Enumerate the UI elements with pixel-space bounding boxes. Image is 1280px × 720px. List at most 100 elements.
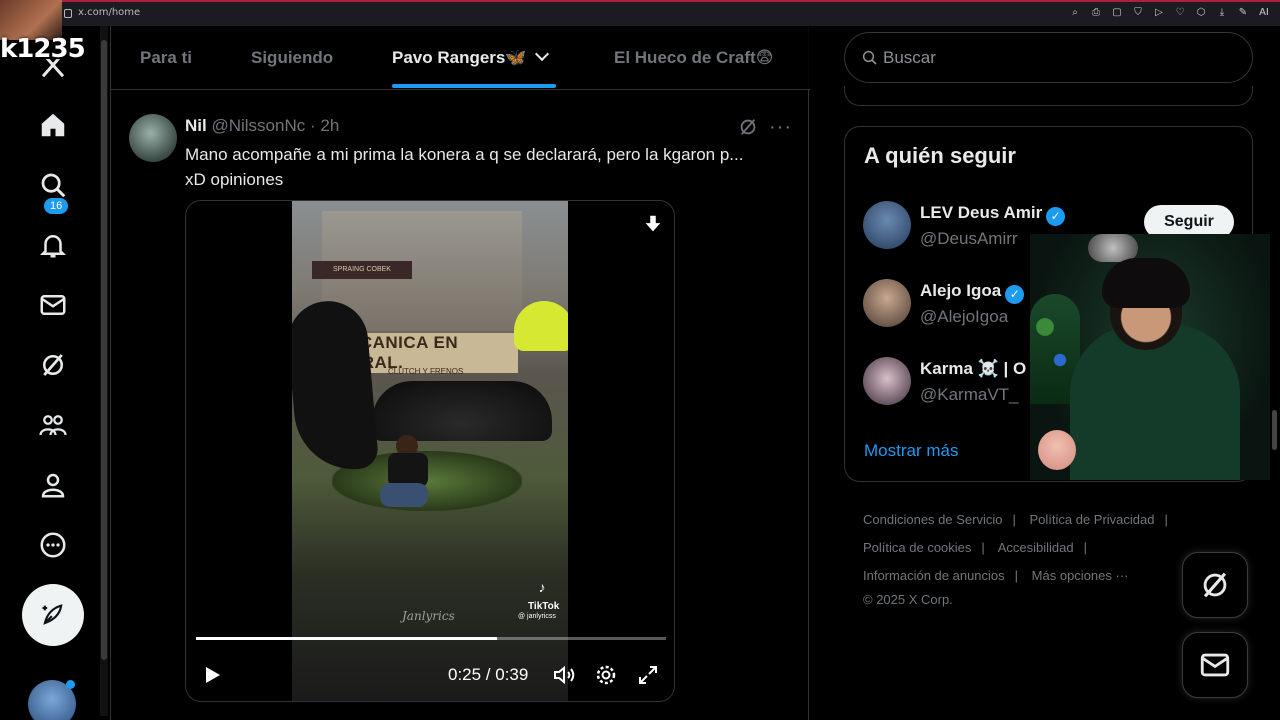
envelope-icon xyxy=(1200,653,1230,677)
ai-icon[interactable]: AI xyxy=(1258,7,1270,18)
tiktok-label: TikTok xyxy=(528,601,560,612)
tab-pavo-rangers[interactable]: Pavo Rangers🦋 xyxy=(392,46,549,68)
follow-user-handle[interactable]: @KarmaVT_ xyxy=(920,385,1019,405)
tweet-text: Mano acompañe a mi prima la konera a q s… xyxy=(185,142,785,192)
follow-user-handle[interactable]: @AlejoIgoa xyxy=(920,307,1008,327)
feather-icon xyxy=(42,604,63,625)
extension-icons: ⌕ ⎙ ▢ ⛉ ▷ ♡ ⬡ ⤓ ✎ AI xyxy=(1069,7,1270,18)
grok-explain-icon[interactable] xyxy=(737,116,759,143)
tweet-author-name[interactable]: Nil xyxy=(185,116,207,135)
avatar[interactable] xyxy=(863,279,911,327)
follow-user-name-text: LEV Deus Amir xyxy=(920,203,1043,222)
lock-icon xyxy=(64,9,72,18)
browser-toolbar: x.com/home ⌕ ⎙ ▢ ⛉ ▷ ♡ ⬡ ⤓ ✎ AI xyxy=(0,0,1280,26)
webcam-sticker xyxy=(1038,430,1076,470)
footer-link-terms[interactable]: Condiciones de Servicio xyxy=(863,512,1002,527)
notifications-icon[interactable] xyxy=(36,228,70,262)
search-input[interactable] xyxy=(883,45,1223,71)
tab-pavo-rangers-label: Pavo Rangers🦋 xyxy=(392,48,527,67)
video-frame[interactable]: SPRAING COBEK ECANICA EN GRAL. CLUTCH Y … xyxy=(292,201,568,701)
video-time: 0:25 / 0:39 xyxy=(448,665,529,684)
home-icon[interactable] xyxy=(36,108,70,142)
video-shop-subtitle: CLUTCH Y FRENOS xyxy=(388,367,464,376)
compose-button[interactable] xyxy=(22,584,84,646)
address-bar[interactable]: x.com/home xyxy=(64,7,140,18)
search-icon[interactable] xyxy=(36,168,70,202)
grok-icon[interactable] xyxy=(36,348,70,382)
chevron-down-icon[interactable] xyxy=(534,46,549,62)
footer-copyright: © 2025 X Corp. xyxy=(863,592,953,607)
footer-link-privacy[interactable]: Política de Privacidad xyxy=(1029,512,1154,527)
follow-user-name-text: Alejo Igoa xyxy=(920,281,1002,300)
page-scrollbar-thumb[interactable] xyxy=(1272,410,1277,450)
settings-gear-icon[interactable] xyxy=(594,663,618,692)
video-person xyxy=(376,435,432,515)
profile-icon[interactable] xyxy=(36,468,70,502)
timeline-tabs: Para ti Siguiendo Pavo Rangers🦋 El Hueco… xyxy=(111,26,810,90)
communities-icon[interactable] xyxy=(36,408,70,442)
tab-el-hueco-de-craft[interactable]: El Hueco de Craft😨 xyxy=(614,48,773,68)
search-box[interactable] xyxy=(844,32,1253,83)
floating-grok-button[interactable] xyxy=(1182,552,1248,618)
tweet-text-line-1: Mano acompañe a mi prima la konera a q s… xyxy=(185,145,744,164)
footer-link-accessibility[interactable]: Accesibilidad xyxy=(998,540,1074,555)
previous-card-edge xyxy=(844,86,1253,106)
screenshot-icon[interactable]: ▢ xyxy=(1111,7,1123,18)
heart-icon[interactable]: ♡ xyxy=(1174,7,1186,18)
messages-icon[interactable] xyxy=(36,288,70,322)
shield-icon[interactable]: ⛉ xyxy=(1132,7,1144,18)
verified-badge-icon: ✓ xyxy=(1005,285,1025,304)
avatar[interactable] xyxy=(863,357,911,405)
tab-para-ti[interactable]: Para ti xyxy=(140,48,192,68)
tweet-more-icon[interactable]: ··· xyxy=(769,116,792,139)
puzzle-icon[interactable]: ⬡ xyxy=(1195,7,1207,18)
who-to-follow-title: A quién seguir xyxy=(864,143,1016,168)
tab-siguiendo[interactable]: Siguiendo xyxy=(251,48,333,68)
verified-badge-icon: ✓ xyxy=(1046,207,1066,226)
footer-link-cookies[interactable]: Política de cookies xyxy=(863,540,971,555)
pen-icon[interactable]: ✎ xyxy=(1237,7,1249,18)
footer-link-more-options[interactable]: Más opciones ··· xyxy=(1032,568,1129,583)
account-status-dot xyxy=(66,680,75,689)
streamer-webcam xyxy=(1030,234,1280,480)
follow-user-name[interactable]: Alejo Igoa ✓ xyxy=(920,281,1025,304)
volume-icon[interactable] xyxy=(552,663,576,692)
video-car xyxy=(372,381,552,441)
floating-messages-button[interactable] xyxy=(1182,632,1248,698)
notification-badge: 16 xyxy=(44,198,69,214)
tweet-time[interactable]: · 2h xyxy=(310,116,339,135)
tweet-author-handle[interactable]: @NilssonNc xyxy=(211,116,305,135)
tweet-author-avatar[interactable] xyxy=(129,114,177,162)
tweet-video[interactable]: SPRAING COBEK ECANICA EN GRAL. CLUTCH Y … xyxy=(185,200,675,702)
tweet-text-line-2: xD opiniones xyxy=(185,170,284,189)
avatar[interactable] xyxy=(863,201,911,249)
fullscreen-icon[interactable] xyxy=(636,663,660,692)
footer-link-ads-info[interactable]: Información de anuncios xyxy=(863,568,1005,583)
video-watermark: Janlyrics xyxy=(402,609,455,623)
follow-user-name[interactable]: LEV Deus Amir ✓ xyxy=(920,203,1066,226)
tiktok-username: @ janlyricss xyxy=(518,613,556,620)
more-icon[interactable] xyxy=(36,528,70,562)
streamer-name: k1235 xyxy=(0,34,86,64)
url-text[interactable]: x.com/home xyxy=(78,7,140,18)
video-progress-fill[interactable] xyxy=(196,637,497,640)
left-scrollbar-thumb[interactable] xyxy=(101,40,107,660)
follow-user-handle[interactable]: @DeusAmirr xyxy=(920,229,1018,249)
grok-icon xyxy=(1203,572,1227,598)
follow-user-name[interactable]: Karma ☠️ | O xyxy=(920,359,1026,379)
bookmark-icon[interactable]: ⎙ xyxy=(1090,7,1102,18)
zoom-icon[interactable]: ⌕ xyxy=(1069,7,1081,18)
play-icon[interactable] xyxy=(200,663,224,692)
webcam-person-hair xyxy=(1102,258,1190,308)
search-icon xyxy=(861,49,879,72)
download-icon[interactable]: ⤓ xyxy=(1216,7,1228,18)
video-awning-sign: SPRAING COBEK xyxy=(312,261,412,279)
download-arrow-icon[interactable] xyxy=(642,213,664,240)
show-more-link[interactable]: Mostrar más xyxy=(864,441,958,461)
tiktok-logo-icon: ♪ xyxy=(538,579,546,595)
video-helmet xyxy=(514,301,568,351)
tweet-header: Nil @NilssonNc · 2h xyxy=(185,116,339,136)
active-tab-indicator xyxy=(392,84,556,88)
play-icon[interactable]: ▷ xyxy=(1153,7,1165,18)
page-scrollbar[interactable] xyxy=(1270,26,1280,720)
